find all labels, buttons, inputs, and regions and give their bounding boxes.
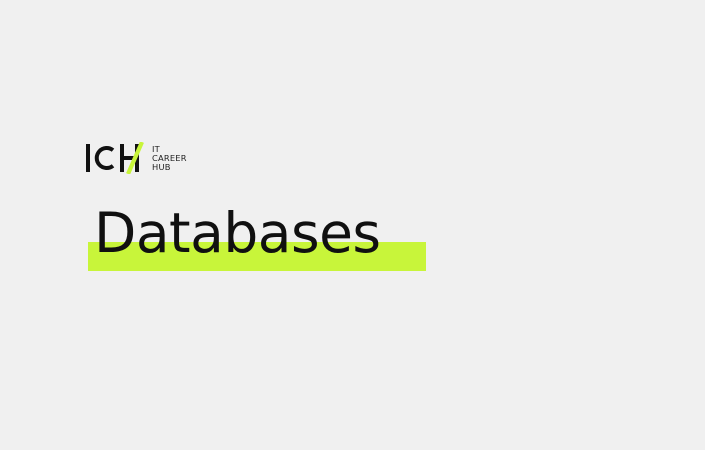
logo-text: IT CAREER HUB bbox=[152, 145, 187, 172]
title-block: Databases bbox=[88, 200, 428, 276]
page-title: Databases bbox=[94, 201, 381, 265]
ich-logo: IT CAREER HUB bbox=[86, 142, 206, 174]
logo-line-hub: HUB bbox=[152, 162, 171, 172]
title-slide: IT CAREER HUB Databases bbox=[0, 0, 705, 450]
ich-logo-icon bbox=[86, 142, 144, 174]
